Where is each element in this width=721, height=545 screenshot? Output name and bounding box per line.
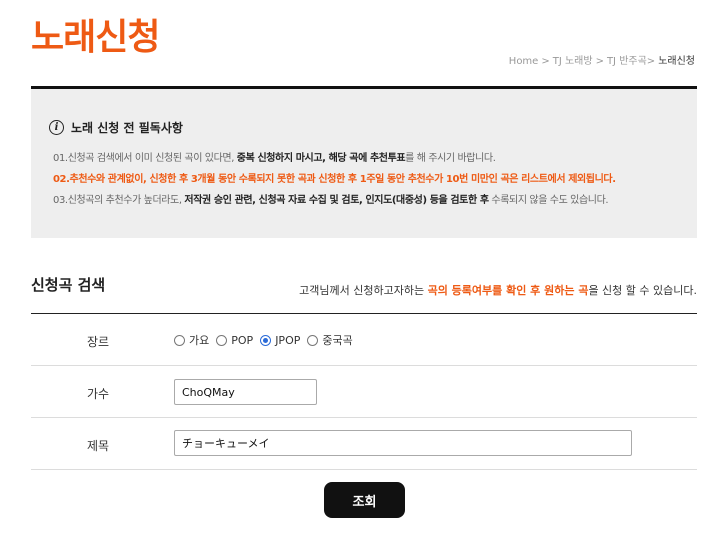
breadcrumb-current: 노래신청 bbox=[658, 56, 695, 67]
title-input[interactable]: チョーキューメイ bbox=[174, 430, 632, 456]
breadcrumb-separator: > bbox=[646, 56, 656, 67]
notice-line-1-text: 01.신청곡 검색에서 이미 신청된 곡이 있다면, bbox=[53, 153, 237, 164]
genre-radio-label: 가요 bbox=[189, 334, 210, 347]
notice-line-1-tail: 를 해 주시기 바랍니다. bbox=[405, 153, 496, 164]
search-section-title: 신청곡 검색 bbox=[31, 276, 106, 294]
search-desc-text: 고객님께서 신청하고자하는 bbox=[299, 284, 428, 297]
notice-line-3-text: 03.신청곡의 추천수가 높더라도, bbox=[53, 195, 185, 206]
search-submit-button[interactable]: 조회 bbox=[324, 482, 405, 518]
notice-header: i 노래 신청 전 필독사항 bbox=[49, 119, 183, 136]
radio-circle[interactable] bbox=[307, 334, 319, 346]
singer-row: 가수 ChoQMay bbox=[31, 366, 697, 418]
notice-title: 노래 신청 전 필독사항 bbox=[71, 121, 183, 135]
radio-circle[interactable] bbox=[174, 334, 185, 346]
notice-line-1-emphasis: 중복 신청하지 마시고, 해당 곡에 추천투표 bbox=[236, 153, 406, 164]
genre-label: 장르 bbox=[87, 335, 110, 349]
breadcrumb-home[interactable]: Home bbox=[509, 56, 539, 67]
breadcrumb-separator: > bbox=[541, 56, 550, 67]
genre-radio-jpop[interactable]: JPOP bbox=[260, 334, 300, 347]
notice-line-1: 01.신청곡 검색에서 이미 신청된 곡이 있다면, 중복 신청하지 마시고, … bbox=[53, 149, 496, 164]
search-form: 장르 가요 POP JPOP 중국곡 가수 ChoQMay 제목 チョーキューメ… bbox=[31, 313, 697, 470]
breadcrumb-tj-karaoke[interactable]: TJ 노래방 bbox=[553, 56, 593, 67]
singer-label: 가수 bbox=[87, 387, 110, 401]
page-title: 노래신청 bbox=[31, 17, 160, 58]
radio-circle[interactable] bbox=[216, 334, 228, 346]
genre-radio-chinese[interactable]: 중국곡 bbox=[307, 332, 353, 348]
breadcrumb-separator: > bbox=[595, 56, 604, 67]
genre-radio-group: 가요 POP JPOP 중국곡 bbox=[174, 332, 360, 348]
search-desc-highlight: 곡의 등록여부를 확인 후 원하는 곡 bbox=[427, 284, 589, 297]
radio-circle-selected[interactable] bbox=[260, 334, 272, 346]
genre-radio-kpop[interactable]: 가요 bbox=[174, 332, 209, 348]
title-row: 제목 チョーキューメイ bbox=[31, 418, 697, 470]
title-label: 제목 bbox=[87, 439, 110, 453]
notice-line-2: 02.추천수와 관계없이, 신청한 후 3개월 동안 수록되지 못한 곡과 신청… bbox=[53, 174, 616, 185]
breadcrumb: Home > TJ 노래방 > TJ 반주곡> 노래신청 bbox=[509, 52, 695, 67]
genre-row: 장르 가요 POP JPOP 중국곡 bbox=[31, 314, 697, 366]
genre-radio-label: POP bbox=[231, 333, 254, 347]
genre-radio-label: 중국곡 bbox=[322, 334, 353, 347]
info-icon: i bbox=[49, 120, 64, 135]
notice-box: i 노래 신청 전 필독사항 01.신청곡 검색에서 이미 신청된 곡이 있다면… bbox=[31, 86, 697, 238]
notice-line-3-emphasis: 저작권 승인 관련, 신청곡 자료 수집 및 검토, 인지도(대중성) 등을 검… bbox=[184, 195, 489, 206]
notice-line-3: 03.신청곡의 추천수가 높더라도, 저작권 승인 관련, 신청곡 자료 수집 … bbox=[53, 191, 609, 206]
breadcrumb-tj-accompaniment[interactable]: TJ 반주곡 bbox=[607, 56, 647, 67]
search-description: 고객님께서 신청하고자하는 곡의 등록여부를 확인 후 원하는 곡을 신청 할 … bbox=[299, 282, 697, 298]
genre-radio-pop[interactable]: POP bbox=[216, 334, 253, 347]
notice-line-3-tail: 수록되지 않을 수도 있습니다. bbox=[488, 195, 609, 206]
singer-input[interactable]: ChoQMay bbox=[174, 379, 317, 405]
genre-radio-label: JPOP bbox=[275, 333, 301, 347]
search-desc-tail: 을 신청 할 수 있습니다. bbox=[588, 284, 697, 297]
